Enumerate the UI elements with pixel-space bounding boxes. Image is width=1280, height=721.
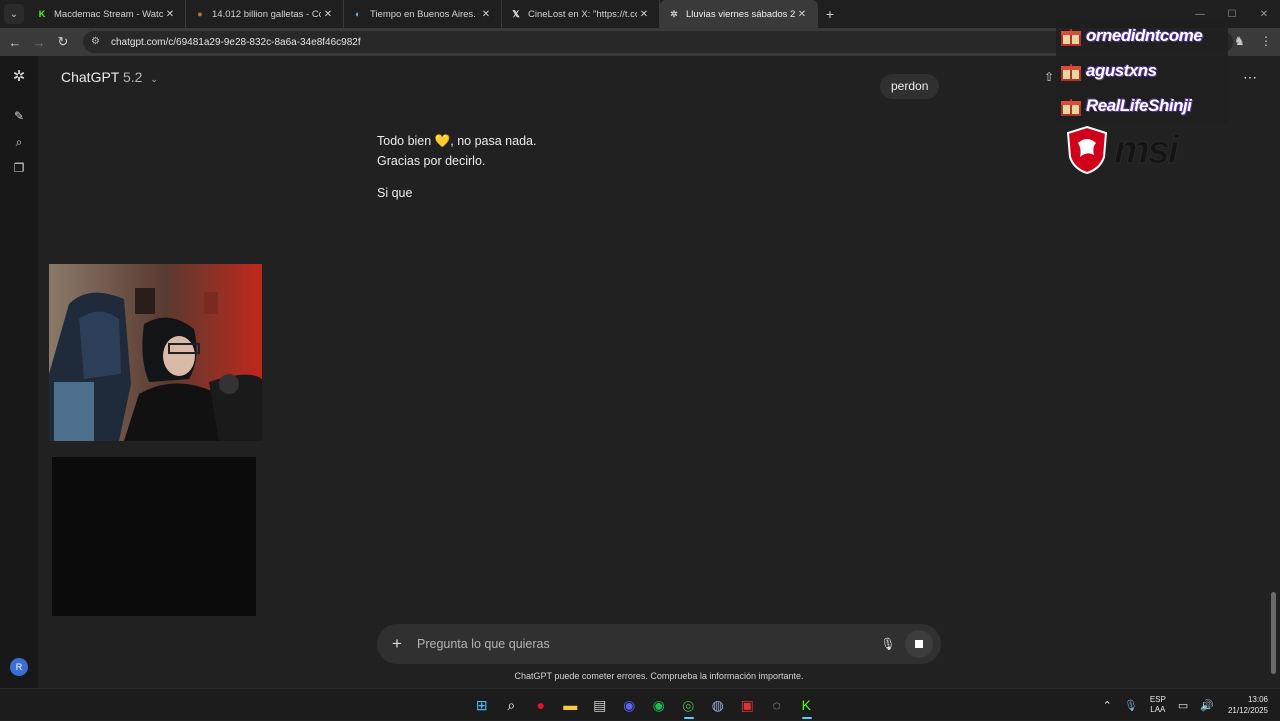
webcam-feed-image (49, 264, 262, 441)
close-tab-icon[interactable]: ✕ (637, 9, 651, 20)
x-icon: 𝕏 (512, 8, 520, 19)
discord-icon[interactable]: ◉ (615, 693, 645, 717)
file-explorer-icon[interactable]: ▬ (556, 693, 586, 717)
disclaimer-text: ChatGPT puede cometer errores. Comprueba… (514, 671, 804, 681)
tab-title: Lluvias viernes sábados 2025 (686, 8, 795, 20)
library-icon[interactable]: ❐ (11, 160, 27, 176)
browser-tab[interactable]: ◐ Tiempo en Buenos Aires. Clima✕ (344, 0, 502, 28)
stream-black-panel (52, 457, 256, 616)
browser-menu-icon[interactable]: ⋮ (1260, 34, 1272, 48)
microphone-icon[interactable]: 🎙 (877, 637, 899, 651)
user-message-bubble: perdon (880, 74, 940, 99)
scrollbar[interactable] (1271, 62, 1276, 674)
forward-icon[interactable]: → (27, 30, 51, 54)
printer-app-icon[interactable]: ▤ (585, 693, 615, 717)
tab-title: Macdemac Stream - Watch Live (54, 8, 163, 20)
microphone-tray-icon[interactable]: 🎙 (1124, 699, 1138, 712)
spotify-icon[interactable]: ◉ (644, 693, 674, 717)
chevron-down-icon: ⌄ (150, 74, 158, 84)
gift-row: RealLifeShinji (1056, 88, 1228, 123)
tab-title: 14.012 billion galletas - Cookie (212, 8, 321, 20)
volume-icon[interactable]: 🔊 (1200, 699, 1214, 712)
msi-sponsor-logo: msi (1066, 124, 1226, 176)
openai-logo-icon[interactable]: ✲ (11, 68, 27, 85)
browser-tab[interactable]: ● 14.012 billion galletas - Cookie✕ (186, 0, 344, 28)
tab-title: Tiempo en Buenos Aires. Clima (370, 8, 479, 20)
assistant-message: Todo bien 💛, no pasa nada. Gracias por d… (377, 131, 536, 203)
cookie-icon: ● (197, 9, 203, 19)
msi-dragon-shield-icon (1066, 125, 1108, 175)
model-name: ChatGPT (61, 69, 120, 85)
language-indicator[interactable]: ESP LAA (1150, 695, 1166, 715)
new-tab-button[interactable]: + (818, 6, 842, 22)
system-tray: ⌃ 🎙 ESP LAA ▭ 🔊 13:06 21/12/2025 (1097, 689, 1280, 721)
search-icon[interactable]: ⌕ (497, 693, 527, 717)
reload-icon[interactable]: ↻ (51, 30, 75, 54)
share-icon[interactable]: ⇧ (1044, 70, 1054, 84)
attach-plus-icon[interactable]: + (377, 634, 417, 654)
new-chat-icon[interactable]: ✎ (11, 108, 27, 124)
close-window-icon[interactable]: ✕ (1248, 9, 1280, 20)
kick-icon: K (38, 9, 46, 19)
gift-subs-overlay: ornedidntcome agustxns RealLifeShinji (1056, 18, 1228, 123)
more-options-icon[interactable]: ⋯ (1243, 69, 1258, 86)
clock[interactable]: 13:06 21/12/2025 (1228, 694, 1268, 716)
gift-icon (1061, 98, 1081, 116)
streaming-app-icon[interactable]: ▣ (733, 693, 763, 717)
extension-icon[interactable]: ♞ (1234, 34, 1250, 50)
gifter-name: ornedidntcome (1086, 25, 1203, 45)
show-hidden-icons-icon[interactable]: ⌃ (1103, 699, 1112, 712)
close-tab-icon[interactable]: ✕ (321, 9, 335, 20)
gift-icon (1061, 28, 1081, 46)
network-icon[interactable]: ▭ (1178, 699, 1188, 712)
back-icon[interactable]: ← (3, 30, 27, 54)
yellow-heart-icon: 💛 (434, 134, 451, 148)
windows-start-icon[interactable]: ⊞ (467, 693, 497, 717)
red-app-icon[interactable]: ● (526, 693, 556, 717)
weather-icon: ◐ (355, 9, 361, 19)
close-tab-icon[interactable]: ✕ (163, 9, 177, 20)
assistant-line: Todo bien 💛, no pasa nada. (377, 134, 537, 148)
gifter-name: agustxns (1086, 60, 1157, 80)
gift-row: agustxns (1056, 53, 1228, 88)
avatar[interactable]: R (10, 658, 28, 676)
tab-title: CineLost en X: "https://t.co/Ggj (528, 8, 637, 20)
model-version: 5.2 (123, 69, 143, 85)
assistant-line-streaming: Si que (377, 186, 413, 200)
prompt-input[interactable]: Pregunta lo que quieras (417, 637, 877, 651)
chatgpt-icon: ✲ (670, 8, 678, 19)
chrome-icon[interactable]: ◎ (674, 693, 704, 719)
browser-tab[interactable]: K Macdemac Stream - Watch Live✕ (28, 0, 186, 28)
kick-icon[interactable]: K (792, 693, 822, 719)
message-composer: + Pregunta lo que quieras 🎙 (377, 624, 941, 664)
webcam-overlay (49, 264, 262, 441)
site-info-icon[interactable]: ⚙ (91, 36, 103, 48)
sidebar: ✲ ✎ ⌕ ❐ R (0, 56, 38, 688)
gift-icon (1061, 63, 1081, 81)
stop-generating-button[interactable] (905, 630, 933, 658)
browser-tab[interactable]: ✲ Lluvias viernes sábados 2025✕ (660, 0, 818, 28)
msi-wordmark: msi (1114, 127, 1180, 172)
search-chats-icon[interactable]: ⌕ (11, 134, 27, 150)
assistant-line: Gracias por decirlo. (377, 154, 486, 168)
windows-taskbar: ⊞ ⌕ ● ▬ ▤ ◉ ◉ ◎ ◍ ▣ ◌ K ⌃ 🎙 ESP LAA ▭ 🔊 13:06 21/12… (0, 688, 1280, 720)
fingerprint-app-icon[interactable]: ◍ (703, 693, 733, 717)
obs-icon[interactable]: ◌ (762, 693, 792, 717)
close-tab-icon[interactable]: ✕ (795, 9, 809, 20)
model-selector[interactable]: ChatGPT 5.2 ⌄ (61, 69, 158, 85)
close-tab-icon[interactable]: ✕ (479, 9, 493, 20)
tab-search-menu-icon[interactable]: ⌄ (4, 4, 24, 24)
stop-icon (915, 640, 923, 648)
url-text: chatgpt.com/c/69481a29-9e28-832c-8a6a-34… (111, 36, 361, 48)
browser-tab[interactable]: 𝕏 CineLost en X: "https://t.co/Ggj✕ (502, 0, 660, 28)
gifter-name: RealLifeShinji (1086, 95, 1192, 115)
scrollbar-thumb[interactable] (1271, 592, 1276, 674)
gift-row: ornedidntcome (1056, 18, 1228, 53)
